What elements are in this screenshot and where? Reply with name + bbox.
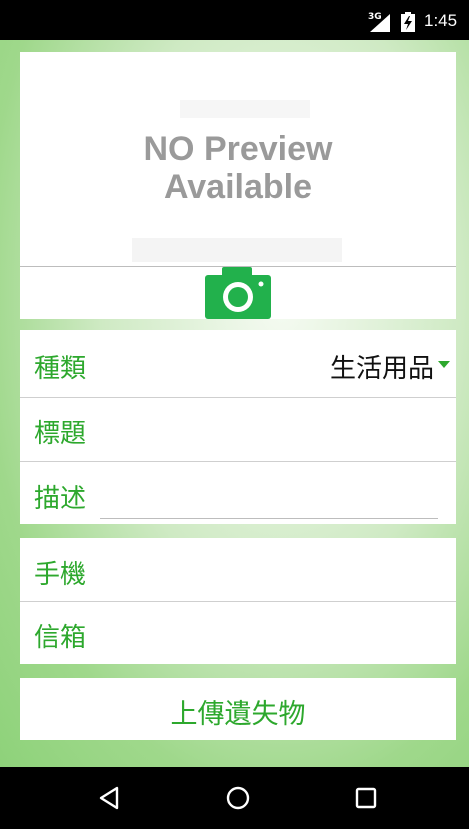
category-label: 種類 (34, 354, 87, 384)
battery-icon (401, 12, 415, 32)
camera-strip (20, 266, 456, 319)
navigation-bar (0, 767, 469, 829)
description-row[interactable]: 描述 (20, 462, 456, 524)
description-label: 描述 (34, 484, 87, 514)
recents-icon[interactable] (351, 783, 381, 813)
contact-form: 手機 信箱 (20, 538, 456, 664)
preview-placeholder-shade (180, 100, 310, 118)
no-preview-text: NO Preview Available (20, 130, 456, 206)
clock: 1:45 (424, 11, 458, 30)
email-label: 信箱 (34, 623, 87, 653)
email-row[interactable]: 信箱 (20, 602, 456, 664)
phone-row[interactable]: 手機 (20, 538, 456, 601)
signal-icon (370, 14, 390, 32)
home-icon[interactable] (223, 783, 253, 813)
upload-button-label: 上傳遺失物 (170, 699, 306, 730)
status-bar: 3G 1:45 (0, 0, 469, 40)
phone-label: 手機 (34, 560, 87, 590)
title-label: 標題 (34, 419, 87, 449)
app-content: NO Preview Available 種類 生活用品 標題 描述 手機 信箱… (0, 40, 469, 767)
upload-lost-item-button[interactable]: 上傳遺失物 (20, 678, 456, 740)
category-row[interactable]: 種類 生活用品 (20, 330, 456, 397)
camera-icon[interactable] (205, 267, 271, 319)
preview-placeholder-shade (132, 238, 342, 262)
back-icon[interactable] (95, 783, 125, 813)
dropdown-arrow-icon[interactable] (438, 361, 450, 368)
category-select[interactable]: 生活用品 (330, 348, 434, 385)
item-details-form: 種類 生活用品 標題 描述 (20, 330, 456, 524)
no-preview-line1: NO Preview (143, 130, 333, 168)
title-row[interactable]: 標題 (20, 398, 456, 461)
no-preview-line2: Available (163, 168, 313, 206)
description-input[interactable] (100, 518, 438, 519)
photo-preview[interactable]: NO Preview Available (20, 52, 456, 266)
